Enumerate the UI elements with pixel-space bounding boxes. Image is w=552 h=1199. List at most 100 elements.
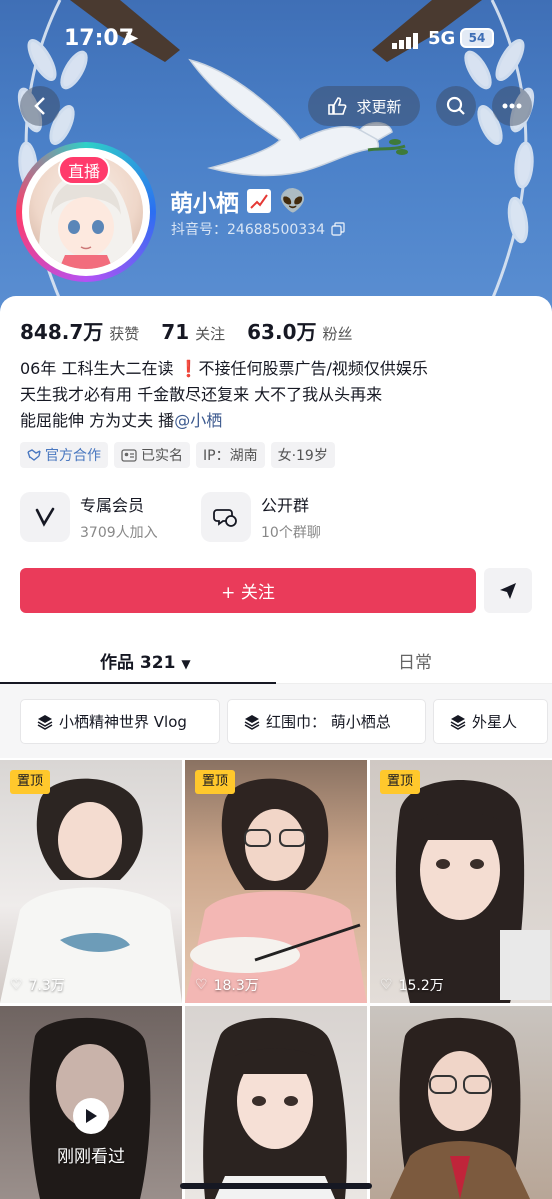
video-thumbnail[interactable] (370, 1006, 552, 1199)
network-type: 5G (428, 28, 456, 49)
stat-likes-label: 获赞 (109, 325, 140, 343)
bio-mention-link[interactable]: @小栖 (174, 411, 222, 430)
search-icon (446, 96, 465, 115)
stats-row: 848.7万 获赞 71 关注 63.0万 粉丝 (20, 316, 375, 345)
handshake-icon (27, 449, 41, 461)
pinned-badge: 置顶 (380, 770, 420, 794)
thumbs-hand-icon (328, 97, 347, 115)
profile-banner: 17:07 ➤ 5G 54 求更新 直播 萌小栖 👽 抖音号：246885003… (0, 0, 552, 320)
stat-following[interactable]: 71 关注 (161, 320, 225, 344)
stack-icon (450, 714, 466, 730)
bio: 06年 工科生大二在读 ❗不接任何股票广告/视频仅供娱乐 天生我才必有用 千金散… (20, 356, 532, 434)
live-badge[interactable]: 直播 (58, 155, 110, 185)
more-button[interactable] (492, 86, 532, 126)
bio-line-3-start: 能屈能伸 方为丈夫 播 (20, 411, 175, 430)
request-update-label: 求更新 (356, 97, 402, 116)
heart-icon: ♡ (10, 977, 23, 993)
paper-plane-icon (500, 582, 516, 599)
bio-line-1-end: 不接任何股票广告/视频仅供娱乐 (198, 359, 428, 378)
stat-following-value: 71 (161, 320, 190, 344)
request-update-button[interactable]: 求更新 (308, 86, 420, 126)
recently-watched-overlay: 刚刚看过 (0, 1098, 182, 1167)
more-dots-icon (502, 103, 522, 109)
tag-gender-age: 女·19岁 (270, 442, 335, 468)
copy-icon[interactable] (331, 222, 345, 236)
video-cover-image (0, 778, 182, 1003)
video-thumbnail[interactable]: 置顶 ♡ 7.3万 (0, 760, 182, 1003)
collection-chip[interactable]: 外星人 (433, 699, 548, 744)
pinned-badge: 置顶 (10, 770, 50, 794)
home-indicator (180, 1183, 372, 1189)
member-entry[interactable]: 专属会员 3709人加入 (20, 492, 158, 542)
stack-icon (37, 714, 53, 730)
play-icon (73, 1098, 109, 1134)
location-arrow-icon: ➤ (124, 28, 140, 49)
collection-chip[interactable]: 小栖精神世界 Vlog (20, 699, 220, 744)
video-likes-count: 15.2万 (398, 978, 444, 994)
exclamation-icon: ❗ (178, 359, 199, 378)
profile-card: 848.7万 获赞 71 关注 63.0万 粉丝 06年 工科生大二在读 ❗不接任何股… (0, 296, 552, 1199)
video-thumbnail[interactable]: 刚刚看过 (0, 1006, 182, 1199)
video-likes-count: 7.3万 (28, 978, 65, 994)
search-button[interactable] (436, 86, 476, 126)
tag-official-cooperation[interactable]: 官方合作 (20, 442, 108, 468)
content-tabs: 作品 321 ▼ 日常 (0, 636, 552, 684)
nickname: 萌小栖 👽 (170, 184, 306, 218)
collection-chip[interactable]: 红围巾： 萌小栖总 (227, 699, 426, 744)
triangle-down-icon: ▼ (181, 657, 191, 671)
member-subtitle: 3709人加入 (80, 525, 158, 541)
stack-icon (244, 714, 260, 730)
bio-line-2: 天生我才必有用 千金散尽还复来 大不了我从头再来 (20, 385, 383, 404)
bio-line-1: 06年 工科生大二在读 ❗不接任何股票广告/视频仅供娱乐 (20, 356, 532, 382)
video-cover-image (395, 780, 550, 1003)
stat-likes-value: 848.7万 (20, 320, 104, 344)
stat-following-label: 关注 (195, 325, 226, 343)
douyin-id-text: 抖音号：24688500334 (171, 222, 325, 238)
video-cover-image (185, 778, 367, 1003)
chat-bubbles-icon (201, 492, 251, 542)
status-bar: 17:07 ➤ 5G 54 (0, 24, 552, 54)
trend-chart-icon (247, 189, 271, 213)
id-card-icon (121, 448, 137, 462)
nickname-text: 萌小栖 (170, 191, 239, 217)
profile-tags: 官方合作 已实名 IP：湖南 女·19岁 (20, 442, 335, 468)
alien-icon: 👽 (279, 188, 307, 214)
send-message-button[interactable] (484, 568, 532, 613)
stat-followers[interactable]: 63.0万 粉丝 (247, 316, 352, 345)
stat-followers-value: 63.0万 (247, 320, 317, 344)
tag-ip: IP：湖南 (196, 442, 265, 468)
stat-likes[interactable]: 848.7万 获赞 (20, 316, 139, 345)
tab-daily[interactable]: 日常 (398, 648, 432, 673)
collection-label: 小栖精神世界 Vlog (59, 713, 187, 731)
video-thumbnail[interactable]: 置顶 ♡ 18.3万 (185, 760, 367, 1003)
collection-label: 外星人 (472, 713, 518, 731)
pinned-badge: 置顶 (195, 770, 235, 794)
group-chat-subtitle: 10个群聊 (261, 525, 321, 541)
heart-icon: ♡ (195, 977, 208, 993)
tab-works[interactable]: 作品 321 ▼ (100, 648, 191, 673)
video-likes: ♡ 7.3万 (10, 975, 65, 995)
video-likes: ♡ 15.2万 (380, 975, 444, 995)
bio-line-3: 能屈能伸 方为丈夫 播@小栖 (20, 408, 532, 434)
douyin-id: 抖音号：24688500334 (171, 219, 345, 239)
video-likes: ♡ 18.3万 (195, 975, 259, 995)
tag-verified-label: 已实名 (141, 448, 183, 464)
video-thumbnail[interactable]: 置顶 ♡ 15.2万 (370, 760, 552, 1003)
signal-icon (392, 30, 420, 55)
member-title: 专属会员 (80, 496, 145, 515)
v-member-icon (20, 492, 70, 542)
back-button[interactable] (20, 86, 60, 126)
tag-official-label: 官方合作 (45, 448, 101, 464)
chevron-left-icon (34, 97, 45, 115)
tag-verified: 已实名 (114, 442, 190, 468)
recently-watched-label: 刚刚看过 (57, 1147, 125, 1167)
follow-button[interactable]: + 关注 (20, 568, 476, 613)
tab-works-label: 作品 321 (100, 653, 176, 673)
group-chat-entry[interactable]: 公开群 10个群聊 (201, 492, 321, 542)
collections-row: 小栖精神世界 Vlog 红围巾： 萌小栖总 外星人 (0, 684, 552, 758)
video-likes-count: 18.3万 (213, 978, 259, 994)
video-thumbnail[interactable] (185, 1006, 367, 1199)
bio-line-1-start: 06年 工科生大二在读 (20, 359, 179, 378)
video-cover-image (390, 1017, 530, 1199)
video-grid: 置顶 ♡ 7.3万 置顶 ♡ 18.3万 置顶 ♡ 15.2万 刚刚看过 (0, 760, 552, 1199)
